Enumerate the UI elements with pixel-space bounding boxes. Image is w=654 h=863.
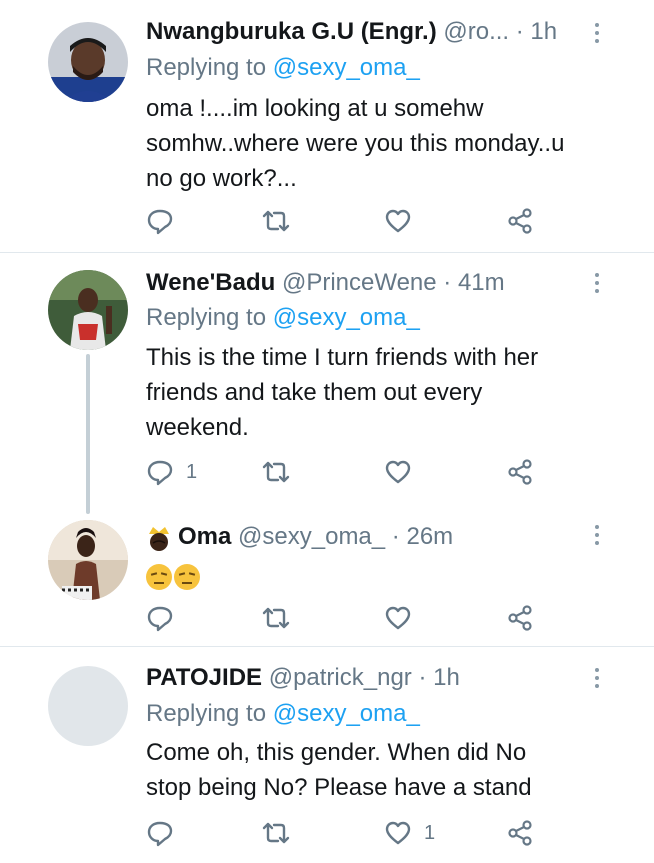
retweet-icon [260, 207, 292, 235]
retweet-button[interactable] [260, 817, 304, 849]
more-options-icon[interactable] [592, 19, 602, 49]
like-button[interactable] [384, 602, 424, 634]
display-name[interactable]: Nwangburuka G.U (Engr.) [146, 18, 437, 45]
action-bar [146, 205, 546, 237]
more-options-icon[interactable] [592, 521, 602, 551]
display-name[interactable]: Oma [178, 523, 231, 550]
share-icon [506, 819, 534, 847]
replying-to: Replying to @sexy_oma_ [146, 51, 420, 85]
avatar[interactable] [48, 520, 128, 600]
tweet-text-line: friends and take them out every [146, 379, 483, 406]
mention-link[interactable]: @sexy_oma_ [273, 54, 420, 81]
replying-to: Replying to @sexy_oma_ [146, 301, 420, 335]
like-button[interactable] [384, 456, 424, 488]
like-icon [384, 819, 412, 847]
unamused-face-icon [174, 563, 200, 590]
share-button[interactable] [506, 817, 534, 849]
separator-dot: · [391, 523, 400, 550]
share-button[interactable] [506, 602, 534, 634]
crown-emoji-icon [146, 524, 172, 552]
reply-icon [146, 819, 174, 847]
reply-button[interactable]: 1 [146, 456, 197, 488]
separator-dot: · [443, 269, 452, 296]
mention-link[interactable]: @sexy_oma_ [273, 700, 420, 727]
replying-to: Replying to @sexy_oma_ [146, 697, 420, 731]
retweet-button[interactable] [260, 602, 304, 634]
tweet-text-line: Come oh, this gender. When did No [146, 739, 527, 766]
share-button[interactable] [506, 205, 534, 237]
timestamp[interactable]: 1h [530, 18, 557, 45]
like-button[interactable] [384, 205, 424, 237]
action-bar [146, 602, 546, 634]
reply-icon [146, 604, 174, 632]
tweet-text: oma !....im looking at u somehw somhw..w… [146, 91, 616, 196]
retweet-button[interactable] [260, 205, 304, 237]
user-handle[interactable]: @patrick_ngr [269, 664, 412, 691]
tweet[interactable]: Nwangburuka G.U (Engr.) @ro... · 1h Repl… [0, 0, 654, 252]
tweet-text-line: stop being No? Please have a stand [146, 774, 532, 801]
like-button[interactable]: 1 [384, 817, 435, 849]
tweet[interactable]: Wene'Badu @PrinceWene · 41m Replying to … [0, 253, 654, 514]
more-options-icon[interactable] [592, 664, 602, 694]
reply-button[interactable] [146, 817, 186, 849]
timestamp[interactable]: 1h [433, 664, 460, 691]
unamused-face-icon [146, 563, 172, 590]
separator-dot: · [515, 18, 524, 45]
display-name[interactable]: Wene'Badu [146, 269, 275, 296]
user-handle[interactable]: @ro... [443, 18, 509, 45]
replying-to-label: Replying to [146, 54, 267, 81]
retweet-button[interactable] [260, 456, 304, 488]
display-name[interactable]: PATOJIDE [146, 664, 262, 691]
replying-to-label: Replying to [146, 304, 267, 331]
like-icon [384, 207, 412, 235]
retweet-icon [260, 458, 292, 486]
mention-link[interactable]: @sexy_oma_ [273, 304, 420, 331]
tweet-text: This is the time I turn friends with her… [146, 340, 616, 445]
reply-count: 1 [186, 460, 198, 483]
like-count: 1 [424, 821, 436, 844]
retweet-icon [260, 604, 292, 632]
tweet-text-line: weekend. [146, 414, 249, 441]
replying-to-label: Replying to [146, 700, 267, 727]
retweet-icon [260, 819, 292, 847]
share-button[interactable] [506, 456, 534, 488]
avatar[interactable] [48, 270, 128, 350]
thread-line [86, 354, 90, 514]
tweet[interactable]: PATOJIDE @patrick_ngr · 1h Replying to @… [0, 647, 654, 863]
timestamp[interactable]: 41m [458, 269, 505, 296]
user-handle[interactable]: @sexy_oma_ [238, 523, 385, 550]
reply-button[interactable] [146, 602, 186, 634]
action-bar: 1 [146, 817, 546, 849]
avatar[interactable] [48, 22, 128, 102]
tweet-text-line: oma !....im looking at u somehw [146, 95, 484, 122]
tweet[interactable]: Oma @sexy_oma_ · 26m [0, 501, 654, 646]
share-icon [506, 458, 534, 486]
avatar[interactable] [48, 666, 128, 746]
tweet-text: Come oh, this gender. When did No stop b… [146, 735, 616, 805]
like-icon [384, 458, 412, 486]
tweet-header: Nwangburuka G.U (Engr.) @ro... · 1h [146, 15, 614, 49]
tweet-header: PATOJIDE @patrick_ngr · 1h [146, 661, 614, 695]
tweet-text-line: This is the time I turn friends with her [146, 344, 539, 371]
share-icon [506, 604, 534, 632]
separator-dot: · [418, 664, 427, 691]
more-options-icon[interactable] [592, 269, 602, 299]
user-handle[interactable]: @PrinceWene [282, 269, 437, 296]
like-icon [384, 604, 412, 632]
tweet-text-line: no go work?... [146, 165, 297, 192]
tweet-text [146, 558, 616, 593]
reply-icon [146, 458, 174, 486]
tweet-text-line: somhw..where were you this monday..u [146, 130, 565, 157]
tweet-header: Wene'Badu @PrinceWene · 41m [146, 266, 614, 300]
reply-icon [146, 207, 174, 235]
tweet-header: Oma @sexy_oma_ · 26m [146, 520, 614, 554]
share-icon [506, 207, 534, 235]
action-bar: 1 [146, 456, 546, 488]
reply-button[interactable] [146, 205, 186, 237]
timestamp[interactable]: 26m [406, 523, 453, 550]
